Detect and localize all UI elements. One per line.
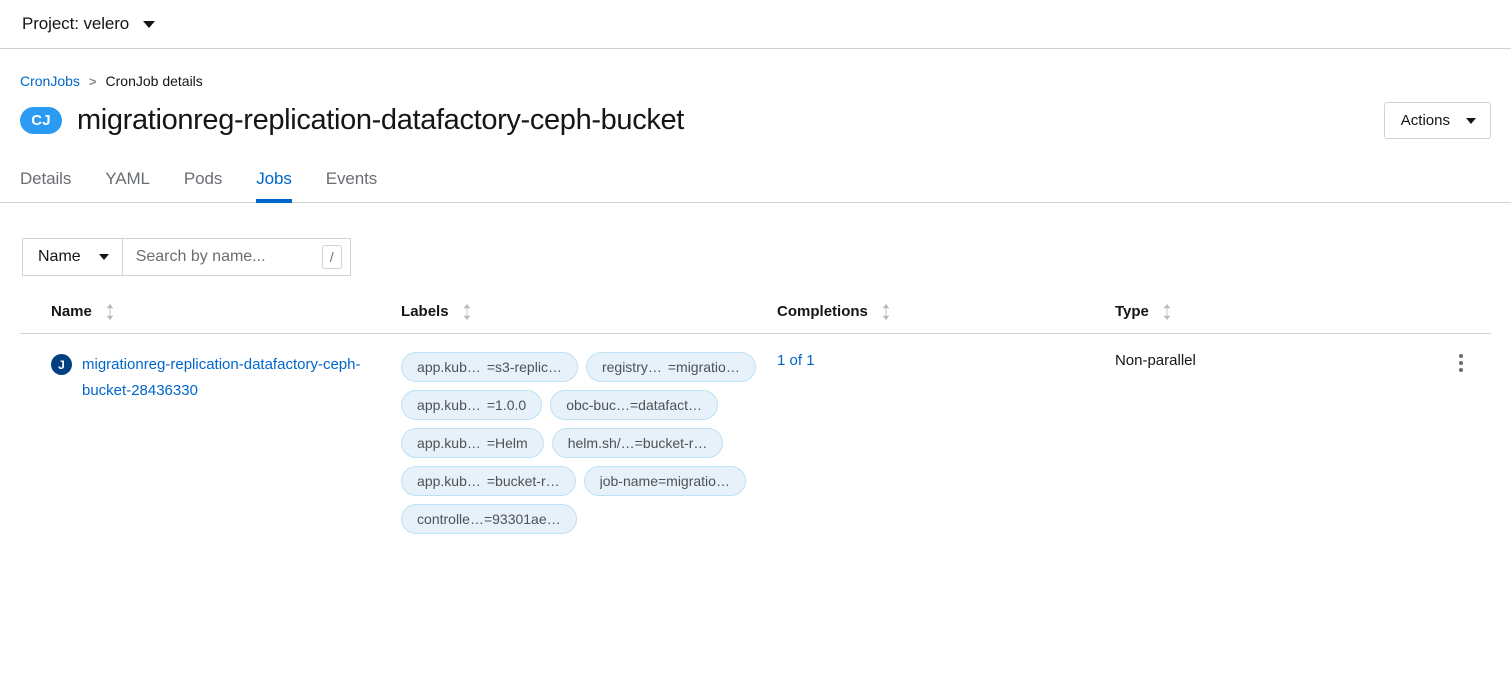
label-chip-value: =93301ae… bbox=[483, 511, 561, 527]
label-chip-key: app.kub… bbox=[417, 397, 481, 413]
list-toolbar: Name / bbox=[0, 203, 1511, 276]
column-header-type[interactable]: Type bbox=[1114, 303, 1451, 334]
label-chip-value: =bucket-r… bbox=[486, 473, 560, 489]
label-chip-key: controlle… bbox=[417, 511, 484, 527]
search-input[interactable] bbox=[122, 239, 350, 275]
label-chip[interactable]: helm.sh/… =bucket-r… bbox=[551, 428, 724, 458]
cell-completions: 1 of 1 bbox=[777, 334, 1115, 535]
cell-type: Non-parallel bbox=[1115, 334, 1451, 535]
search-shortcut-badge: / bbox=[321, 245, 342, 269]
label-chip[interactable]: app.kub… =Helm bbox=[401, 428, 544, 458]
column-header-name[interactable]: Name bbox=[20, 303, 402, 334]
label-chip-value: =migratio… bbox=[667, 359, 740, 375]
label-chip-value: =datafact… bbox=[630, 397, 702, 413]
column-header-completions[interactable]: Completions bbox=[777, 303, 1115, 334]
label-chip-key: registry… bbox=[601, 359, 662, 375]
label-chip[interactable]: controlle… =93301ae… bbox=[401, 504, 577, 534]
chevron-down-icon bbox=[143, 20, 156, 28]
label-chip-value: =migratio… bbox=[657, 473, 730, 489]
label-chip-value: =1.0.0 bbox=[486, 397, 527, 413]
tab-yaml[interactable]: YAML bbox=[88, 155, 167, 202]
sort-icon bbox=[881, 303, 891, 320]
jobs-table-body: J migrationreg-replication-datafactory-c… bbox=[20, 334, 1491, 535]
job-badge-icon: J bbox=[51, 354, 72, 375]
completions-link[interactable]: 1 of 1 bbox=[777, 352, 815, 369]
tab-yaml-label: YAML bbox=[105, 168, 150, 188]
search-wrapper: / bbox=[122, 238, 351, 276]
label-chip[interactable]: app.kub… =bucket-r… bbox=[401, 466, 576, 496]
cell-labels: app.kub… =s3-replic… registry… =migratio… bbox=[401, 334, 777, 534]
tab-details[interactable]: Details bbox=[20, 155, 88, 202]
jobs-table-head: Name Labels Completions Type bbox=[20, 303, 1491, 334]
label-chip-key: app.kub… bbox=[417, 359, 481, 375]
label-chip[interactable]: obc-buc… =datafact… bbox=[550, 390, 718, 420]
label-chip[interactable]: app.kub… =s3-replic… bbox=[401, 352, 578, 382]
tab-events-label: Events bbox=[325, 168, 378, 188]
tab-events[interactable]: Events bbox=[309, 155, 394, 202]
page-title: migrationreg-replication-datafactory-cep… bbox=[77, 104, 684, 136]
cell-actions bbox=[1451, 334, 1491, 535]
page-header: CJ migrationreg-replication-datafactory-… bbox=[0, 89, 1511, 139]
filter-group: Name / bbox=[22, 238, 351, 276]
row-kebab-menu-icon[interactable] bbox=[1451, 350, 1471, 376]
label-chip-key: app.kub… bbox=[417, 473, 481, 489]
label-chip[interactable]: registry… =migratio… bbox=[585, 352, 756, 382]
jobs-table: Name Labels Completions Type J migration… bbox=[20, 303, 1491, 534]
tab-jobs[interactable]: Jobs bbox=[239, 155, 309, 203]
tab-bar: Details YAML Pods Jobs Events bbox=[0, 155, 1511, 203]
breadcrumb-link-cronjobs[interactable]: CronJobs bbox=[20, 73, 80, 89]
jobs-table-wrapper: Name Labels Completions Type J migration… bbox=[0, 303, 1511, 534]
label-chip-key: obc-buc… bbox=[566, 397, 630, 413]
sort-icon bbox=[1162, 303, 1172, 320]
column-header-actions bbox=[1450, 303, 1491, 334]
project-selector[interactable]: Project: velero bbox=[20, 10, 157, 38]
job-name-link[interactable]: migrationreg-replication-datafactory-cep… bbox=[82, 352, 382, 404]
breadcrumb: CronJobs > CronJob details bbox=[0, 49, 1511, 89]
label-chip[interactable]: job-name =migratio… bbox=[583, 466, 746, 496]
column-header-labels[interactable]: Labels bbox=[401, 303, 778, 334]
cell-name: J migrationreg-replication-datafactory-c… bbox=[20, 334, 401, 535]
filter-attribute-select[interactable]: Name bbox=[22, 238, 123, 276]
tab-jobs-label: Jobs bbox=[256, 168, 292, 188]
filter-attribute-label: Name bbox=[38, 248, 81, 265]
chevron-down-icon bbox=[98, 254, 109, 260]
breadcrumb-current: CronJob details bbox=[105, 73, 203, 89]
tab-pods-label: Pods bbox=[183, 168, 223, 188]
label-chip-value: =bucket-r… bbox=[634, 435, 708, 451]
label-chip[interactable]: app.kub… =1.0.0 bbox=[401, 390, 543, 420]
actions-button[interactable]: Actions bbox=[1383, 102, 1491, 139]
label-chip-key: app.kub… bbox=[417, 435, 481, 451]
tab-pods[interactable]: Pods bbox=[167, 155, 239, 202]
table-row: J migrationreg-replication-datafactory-c… bbox=[20, 334, 1491, 535]
actions-button-label: Actions bbox=[1400, 112, 1450, 129]
table-header-row: Name Labels Completions Type bbox=[20, 303, 1491, 334]
chevron-down-icon bbox=[1466, 117, 1476, 124]
label-chip-key: helm.sh/… bbox=[567, 435, 635, 451]
label-chip-value: =Helm bbox=[486, 435, 528, 451]
column-header-completions-label: Completions bbox=[777, 303, 868, 320]
label-chip-key: job-name bbox=[599, 473, 658, 489]
tab-details-label: Details bbox=[20, 168, 72, 188]
sort-icon bbox=[462, 303, 472, 320]
column-header-name-label: Name bbox=[51, 303, 92, 320]
breadcrumb-separator-icon: > bbox=[88, 73, 97, 89]
label-chip-value: =s3-replic… bbox=[486, 359, 562, 375]
column-header-labels-label: Labels bbox=[401, 303, 449, 320]
label-chip-list: app.kub… =s3-replic… registry… =migratio… bbox=[401, 352, 761, 534]
sort-icon bbox=[105, 303, 115, 320]
column-header-type-label: Type bbox=[1114, 303, 1149, 320]
cronjob-badge-icon: CJ bbox=[20, 107, 62, 134]
project-bar: Project: velero bbox=[0, 0, 1511, 49]
job-type-value: Non-parallel bbox=[1114, 352, 1196, 369]
project-selector-label: Project: velero bbox=[22, 14, 130, 33]
